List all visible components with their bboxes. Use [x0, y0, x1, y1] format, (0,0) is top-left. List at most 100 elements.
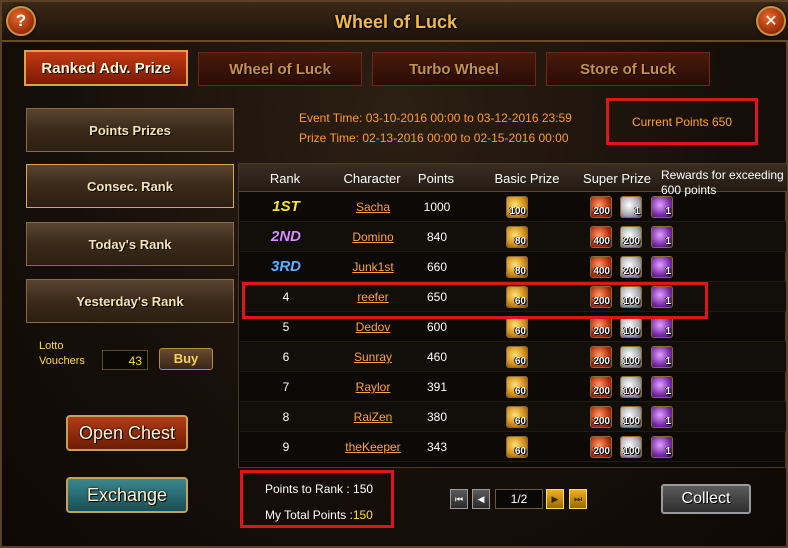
red-gem-icon[interactable]: 200: [590, 346, 612, 368]
buy-button[interactable]: Buy: [159, 348, 213, 370]
last-page-icon[interactable]: ⏭: [569, 489, 587, 509]
table-row: 7 Raylor 391 60 200 100 1: [240, 372, 786, 402]
table-row: 9 theKeeper 343 60 200 100 1: [240, 432, 786, 462]
gold-coin-icon[interactable]: 60: [506, 346, 528, 368]
purple-chest-icon[interactable]: 1: [651, 196, 673, 218]
points-cell: 660: [426, 260, 448, 274]
purple-chest-icon[interactable]: 1: [651, 316, 673, 338]
lotto-label-line2: Vouchers: [39, 355, 85, 367]
purple-chest-icon[interactable]: 1: [651, 256, 673, 278]
column-header-points: Points: [417, 171, 455, 186]
rank-cell: 1ST: [272, 198, 300, 215]
silver-coin-icon[interactable]: 100: [620, 376, 642, 398]
sidebar-item-todays-rank[interactable]: Today's Rank: [26, 222, 234, 266]
open-chest-button[interactable]: Open Chest: [66, 415, 188, 451]
rank-cell: 8: [282, 410, 290, 424]
silver-coin-icon[interactable]: 100: [620, 436, 642, 458]
my-points-summary: Points to Rank : 150 My Total Points :15…: [240, 470, 394, 528]
gold-coin-icon[interactable]: 100: [506, 196, 528, 218]
page-indicator: 1/2: [495, 489, 543, 509]
tab-store-of-luck[interactable]: Store of Luck: [546, 52, 710, 86]
silver-coin-icon[interactable]: 100: [620, 406, 642, 428]
column-header-rank: Rank: [269, 171, 301, 186]
table-row: 2ND Domino 840 80 400 200 1: [240, 222, 786, 252]
sidebar-item-yesterdays-rank[interactable]: Yesterday's Rank: [26, 279, 234, 323]
purple-chest-icon[interactable]: 1: [651, 436, 673, 458]
my-total-points: My Total Points :150: [265, 508, 373, 522]
silver-coin-icon[interactable]: 200: [620, 256, 642, 278]
points-cell: 1000: [423, 200, 451, 214]
table-row: 3RD Junk1st 660 80 400 200 1: [240, 252, 786, 282]
highlight-my-rank: [242, 282, 708, 319]
sidebar-item-consec-rank[interactable]: Consec. Rank: [26, 164, 234, 208]
red-gem-icon[interactable]: 200: [590, 406, 612, 428]
points-cell: 600: [426, 320, 448, 334]
red-gem-icon[interactable]: 200: [590, 376, 612, 398]
red-gem-icon[interactable]: 200: [590, 196, 612, 218]
exchange-button[interactable]: Exchange: [66, 477, 188, 513]
gold-coin-icon[interactable]: 60: [506, 406, 528, 428]
points-cell: 343: [426, 440, 448, 454]
rank-cell: 3RD: [270, 258, 301, 275]
character-link[interactable]: Domino: [330, 230, 416, 244]
red-gem-icon[interactable]: 200: [590, 316, 612, 338]
purple-chest-icon[interactable]: 1: [651, 376, 673, 398]
rank-cell: 9: [282, 440, 290, 454]
column-header-super-prize: Super Prize: [583, 171, 651, 186]
prize-time: Prize Time: 02-13-2016 00:00 to 02-15-20…: [299, 131, 569, 145]
character-link[interactable]: Raylor: [330, 380, 416, 394]
first-page-icon[interactable]: ⏮: [450, 489, 468, 509]
silver-coin-icon[interactable]: 100: [620, 346, 642, 368]
gold-coin-icon[interactable]: 60: [506, 436, 528, 458]
silver-coin-icon[interactable]: 200: [620, 226, 642, 248]
silver-coin-icon[interactable]: 1: [620, 196, 642, 218]
points-cell: 840: [426, 230, 448, 244]
my-total-label: My Total Points :: [265, 508, 353, 522]
table-row: 6 Sunray 460 60 200 100 1: [240, 342, 786, 372]
character-link[interactable]: RaiZen: [330, 410, 416, 424]
gold-coin-icon[interactable]: 80: [506, 226, 528, 248]
my-total-value: 150: [352, 508, 373, 522]
points-cell: 380: [426, 410, 448, 424]
game-window: ? Wheel of Luck ✕ Ranked Adv. Prize Whee…: [0, 0, 788, 548]
red-gem-icon[interactable]: 400: [590, 256, 612, 278]
collect-button[interactable]: Collect: [661, 484, 751, 514]
purple-chest-icon[interactable]: 1: [651, 226, 673, 248]
purple-chest-icon[interactable]: 1: [651, 346, 673, 368]
tab-ranked-adv-prize[interactable]: Ranked Adv. Prize: [24, 50, 188, 86]
table-row: 1ST Sacha 1000 100 200 1 1: [240, 192, 786, 222]
tab-turbo-wheel[interactable]: Turbo Wheel: [372, 52, 536, 86]
points-cell: 391: [426, 380, 448, 394]
title-bar: ? Wheel of Luck ✕: [2, 2, 788, 42]
column-header-basic-prize: Basic Prize: [494, 171, 560, 186]
tab-wheel-of-luck[interactable]: Wheel of Luck: [198, 52, 362, 86]
red-gem-icon[interactable]: 400: [590, 226, 612, 248]
lotto-vouchers-count: 43: [102, 350, 148, 370]
points-cell: 460: [426, 350, 448, 364]
rank-cell: 7: [282, 380, 290, 394]
character-link[interactable]: Sunray: [330, 350, 416, 364]
silver-coin-icon[interactable]: 100: [620, 316, 642, 338]
lotto-vouchers-label: Lotto Vouchers: [39, 339, 85, 369]
event-time: Event Time: 03-10-2016 00:00 to 03-12-20…: [299, 111, 572, 125]
gold-coin-icon[interactable]: 80: [506, 256, 528, 278]
current-points-text: Current Points 650: [631, 114, 733, 129]
rank-cell: 2ND: [270, 228, 301, 245]
purple-chest-icon[interactable]: 1: [651, 406, 673, 428]
gold-coin-icon[interactable]: 60: [506, 376, 528, 398]
column-header-character: Character: [343, 171, 401, 186]
character-link[interactable]: Junk1st: [330, 260, 416, 274]
character-link[interactable]: Sacha: [330, 200, 416, 214]
table-header: Rank Character Points Basic Prize Super …: [239, 164, 787, 197]
character-link[interactable]: Dedov: [330, 320, 416, 334]
red-gem-icon[interactable]: 200: [590, 436, 612, 458]
rank-cell: 5: [282, 320, 290, 334]
lotto-label-line1: Lotto: [39, 340, 64, 352]
prev-page-icon[interactable]: ◀: [472, 489, 490, 509]
next-page-icon[interactable]: ▶: [546, 489, 564, 509]
character-link[interactable]: theKeeper: [330, 440, 416, 454]
close-icon[interactable]: ✕: [756, 6, 786, 36]
sidebar-item-points-prizes[interactable]: Points Prizes: [26, 108, 234, 152]
gold-coin-icon[interactable]: 60: [506, 316, 528, 338]
rank-cell: 6: [282, 350, 290, 364]
